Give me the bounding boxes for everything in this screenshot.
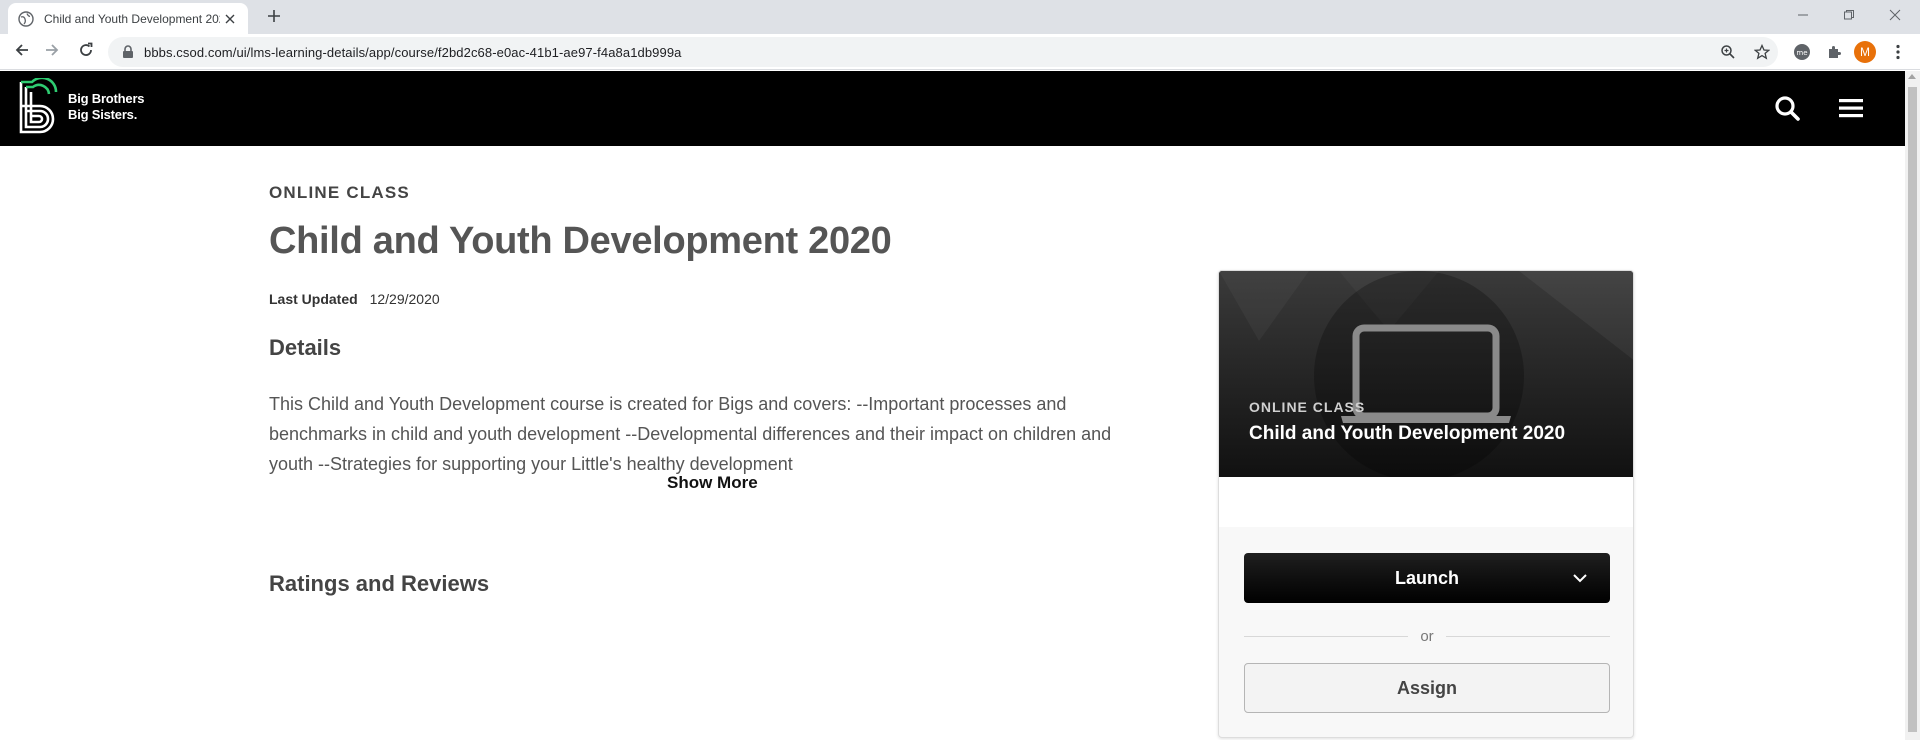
scroll-up-icon[interactable]	[1908, 74, 1916, 79]
back-button[interactable]	[8, 38, 36, 66]
forward-button[interactable]	[38, 38, 66, 66]
minimize-button[interactable]	[1780, 0, 1826, 30]
assign-label: Assign	[1396, 677, 1457, 698]
reload-icon	[78, 42, 94, 63]
launch-label: Launch	[1394, 567, 1459, 588]
new-tab-button[interactable]	[260, 6, 288, 30]
chevron-down-icon[interactable]	[1572, 570, 1588, 586]
search-icon[interactable]	[1772, 93, 1802, 123]
close-window-button[interactable]	[1872, 0, 1918, 30]
brand-line-2: Big Sisters.	[68, 107, 138, 122]
puzzle-icon[interactable]	[1822, 40, 1846, 64]
bbbs-logo-mark	[19, 78, 58, 134]
course-title: Child and Youth Development 2020	[269, 220, 892, 262]
hero-course-title: Child and Youth Development 2020	[1249, 423, 1566, 444]
brand-name: Big Brothers Big Sisters.	[68, 91, 145, 123]
browser-tab[interactable]: Child and Youth Development 2020	[8, 3, 248, 34]
course-hero-image: ONLINE CLASS Child and Youth Development…	[1219, 271, 1633, 477]
forward-icon	[44, 42, 60, 63]
reload-button[interactable]	[72, 38, 100, 66]
show-more-link[interactable]: Show More	[667, 473, 758, 493]
or-divider: or	[1244, 626, 1610, 646]
url-text: bbbs.csod.com/ui/lms-learning-details/ap…	[144, 44, 682, 60]
brand-logo[interactable]: Big Brothers Big Sisters.	[18, 78, 145, 136]
page-viewport: Big Brothers Big Sisters. ONLINE CLASS C…	[0, 71, 1905, 740]
page-scrollbar[interactable]	[1905, 71, 1920, 740]
svg-text:me: me	[1796, 49, 1807, 57]
zoom-icon[interactable]	[1716, 40, 1740, 64]
menu-dots-icon[interactable]	[1886, 40, 1910, 64]
address-bar[interactable]: bbbs.csod.com/ui/lms-learning-details/ap…	[108, 37, 1778, 67]
close-icon[interactable]	[222, 11, 238, 27]
site-header: Big Brothers Big Sisters.	[0, 71, 1905, 146]
last-updated: Last Updated 12/29/2020	[269, 291, 440, 307]
details-heading: Details	[269, 335, 342, 360]
hamburger-menu-icon[interactable]	[1836, 93, 1866, 123]
last-updated-value: 12/29/2020	[369, 291, 440, 307]
divider-line-right	[1445, 635, 1610, 637]
extension-icon[interactable]: me	[1790, 40, 1814, 64]
browser-toolbar: bbbs.csod.com/ui/lms-learning-details/ap…	[0, 34, 1920, 70]
star-icon[interactable]	[1750, 40, 1774, 64]
back-icon	[14, 42, 30, 63]
plus-icon	[267, 9, 281, 28]
or-label: or	[1420, 627, 1434, 645]
brand-line-1: Big Brothers	[68, 91, 145, 106]
course-action-card: ONLINE CLASS Child and Youth Development…	[1218, 270, 1634, 738]
ratings-heading: Ratings and Reviews	[269, 571, 490, 596]
hero-background	[1219, 271, 1633, 477]
card-spacer	[1219, 477, 1633, 527]
tab-title: Child and Youth Development 2020	[44, 11, 220, 26]
course-type-label: ONLINE CLASS	[269, 183, 410, 202]
last-updated-label: Last Updated	[269, 291, 358, 307]
divider-line-left	[1244, 635, 1409, 637]
restore-button[interactable]	[1826, 0, 1872, 30]
profile-avatar[interactable]: M	[1854, 41, 1876, 63]
assign-button[interactable]: Assign	[1244, 663, 1610, 713]
browser-tabstrip: Child and Youth Development 2020	[0, 0, 1920, 34]
lock-icon	[122, 45, 134, 59]
globe-icon	[18, 10, 34, 27]
course-description: This Child and Youth Development course …	[269, 394, 1112, 474]
launch-button[interactable]: Launch	[1244, 553, 1610, 603]
scrollbar-thumb[interactable]	[1908, 87, 1917, 732]
hero-course-type: ONLINE CLASS	[1249, 399, 1366, 415]
